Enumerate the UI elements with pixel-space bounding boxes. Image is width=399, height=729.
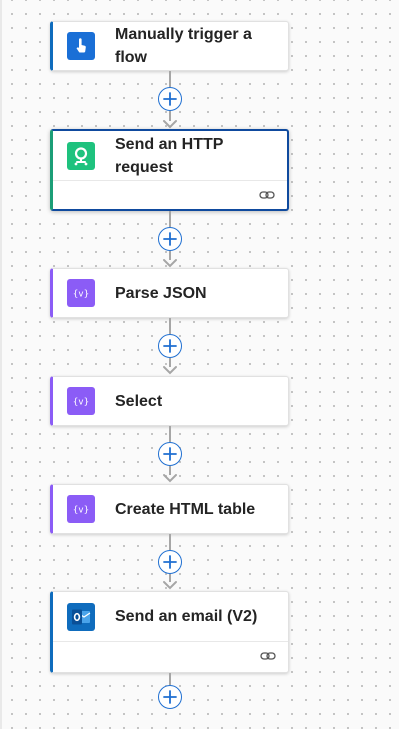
connector-line [169,426,171,442]
step-title: Create HTML table [115,500,256,518]
step-header[interactable]: Send an email (V2) [53,592,288,641]
arrow-down-icon [163,259,177,268]
arrow-down-icon [163,366,177,375]
step-title: Parse JSON [115,284,207,302]
step-header[interactable]: Send an HTTP request [53,131,287,180]
add-step-button[interactable] [158,550,182,574]
arrow-down-icon [163,120,177,129]
canvas-left-edge [0,0,2,729]
data-operation-icon: {v} [67,387,95,415]
step-header[interactable]: {v} Select [53,377,288,425]
arrow-down-icon [163,581,177,590]
svg-text:{v}: {v} [73,506,89,516]
add-step-button[interactable] [158,334,182,358]
plus-icon [163,690,177,704]
outlook-icon [67,602,95,631]
connector-line [169,211,171,227]
connection-link-icon[interactable] [259,189,275,201]
http-connector-icon [67,141,95,170]
step-card-send-email[interactable]: Send an email (V2) [50,591,289,673]
connector-line [169,673,171,685]
step-header[interactable]: Manually trigger a flow [53,22,288,70]
plus-icon [163,339,177,353]
step-card-parse-json[interactable]: {v} Parse JSON [50,268,289,318]
step-title: Manually trigger a flow [115,26,252,66]
arrow-down-icon [163,474,177,483]
step-title: Send an email (V2) [115,608,258,625]
step-card-select[interactable]: {v} Select [50,376,289,426]
add-step-button[interactable] [158,442,182,466]
plus-icon [163,555,177,569]
step-title: Send an HTTP request [115,135,224,176]
step-title: Select [115,392,163,410]
step-header[interactable]: {v} Create HTML table [53,485,288,533]
step-card-send-http-request[interactable]: Send an HTTP request [50,129,289,211]
plus-icon [163,447,177,461]
step-header[interactable]: {v} Parse JSON [53,269,288,317]
step-card-manual-trigger[interactable]: Manually trigger a flow [50,21,289,71]
connection-link-icon[interactable] [260,650,276,662]
step-card-create-html-table[interactable]: {v} Create HTML table [50,484,289,534]
connector-line [169,534,171,550]
connector-line [169,71,171,87]
connector-line [169,318,171,334]
svg-text:{v}: {v} [73,398,89,408]
data-operation-icon: {v} [67,495,95,523]
add-step-button[interactable] [158,87,182,111]
plus-icon [163,92,177,106]
hand-touch-icon [67,32,95,60]
step-footer [53,641,288,672]
svg-text:{v}: {v} [73,290,89,300]
data-operation-icon: {v} [67,279,95,307]
add-step-button[interactable] [158,227,182,251]
step-footer [53,180,287,211]
plus-icon [163,232,177,246]
add-step-button[interactable] [158,685,182,709]
